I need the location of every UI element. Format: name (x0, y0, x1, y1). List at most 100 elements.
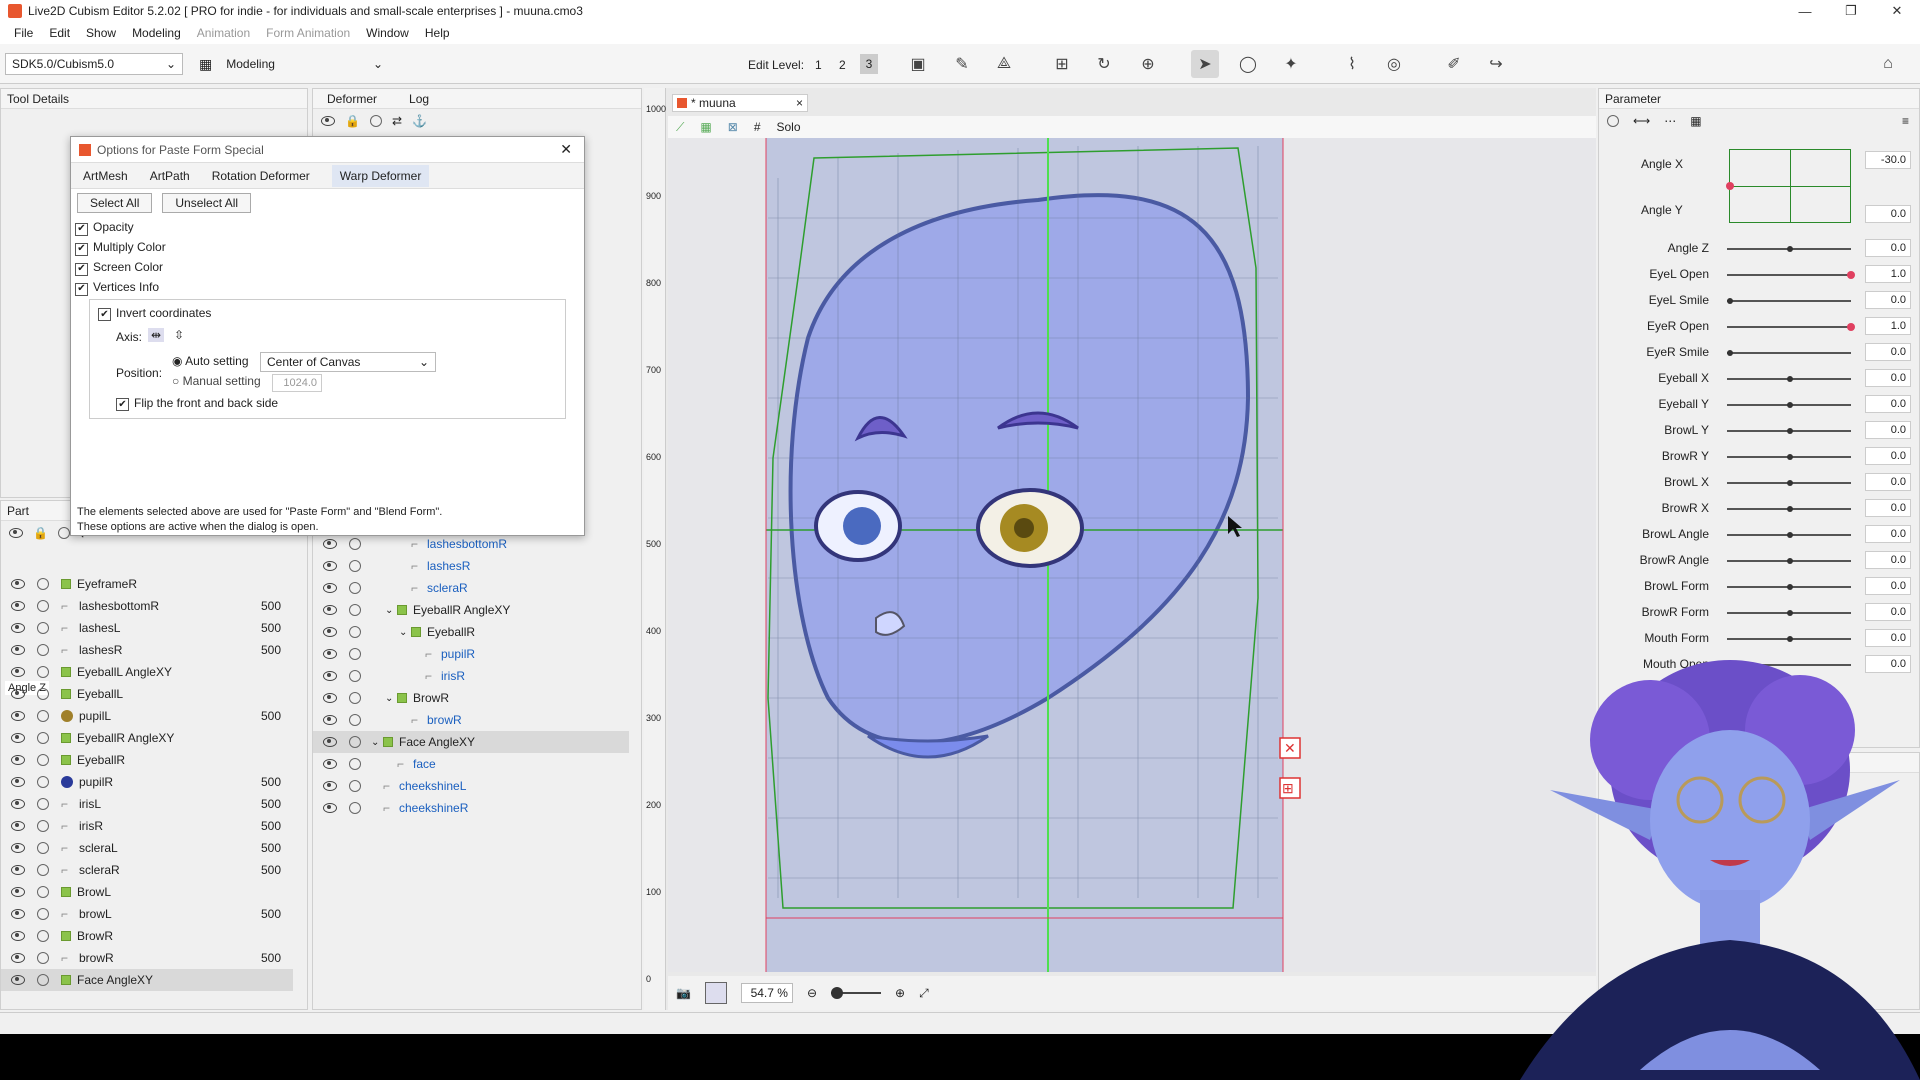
deformer-row[interactable]: ⌄ BrowR (313, 687, 629, 709)
slider-knob[interactable] (1727, 298, 1733, 304)
lock-toggle-icon[interactable] (37, 842, 49, 854)
slider-knob[interactable] (1787, 480, 1793, 486)
lock-toggle-icon[interactable] (37, 886, 49, 898)
lock-toggle-icon[interactable] (349, 670, 361, 682)
lock-toggle-icon[interactable] (37, 776, 49, 788)
visibility-icon[interactable] (323, 715, 337, 725)
visibility-icon[interactable] (11, 843, 25, 853)
filter-icon[interactable] (369, 115, 382, 127)
multiply-color-option[interactable]: ✔ Multiply Color (75, 237, 584, 257)
slider-knob[interactable] (1847, 271, 1855, 279)
sdk-select[interactable]: SDK5.0/Cubism5.0 ⌄ (5, 53, 183, 75)
visibility-icon[interactable] (11, 667, 25, 677)
tab-warp-deformer[interactable]: Warp Deformer (331, 164, 430, 187)
manual-value-input[interactable]: 1024.0 (272, 374, 322, 392)
angle-x-value[interactable]: -30.0 (1865, 151, 1911, 169)
param-slider[interactable] (1727, 350, 1851, 356)
slider-knob[interactable] (1787, 532, 1793, 538)
link-icon[interactable]: ⟷ (1633, 114, 1650, 128)
chevron-down-icon[interactable]: ⌄ (371, 737, 383, 748)
minimize-button[interactable]: — (1782, 0, 1828, 22)
visibility-icon[interactable] (11, 755, 25, 765)
param-slider[interactable] (1727, 636, 1851, 642)
mode-select[interactable]: ▦ Modeling ⌄ (193, 53, 389, 75)
menu-help[interactable]: Help (425, 26, 450, 40)
edit-level-3[interactable]: 3 (860, 54, 878, 74)
deformer-row[interactable]: ⌄ EyeballR AngleXY (313, 599, 629, 621)
tab-rotation-deformer[interactable]: Rotation Deformer (212, 169, 310, 183)
magic-wand-icon[interactable]: ✦ (1277, 50, 1305, 78)
part-row[interactable]: Face AngleXY (1, 969, 293, 991)
part-row[interactable]: BrowR (1, 925, 293, 947)
lock-toggle-icon[interactable] (37, 710, 49, 722)
mesh-edit-icon[interactable]: ▣ (904, 50, 932, 78)
param-value[interactable]: 0.0 (1865, 395, 1911, 413)
param-value[interactable]: 0.0 (1865, 525, 1911, 543)
maximize-button[interactable]: ❐ (1828, 0, 1874, 22)
lasso-icon[interactable]: ◯ (1234, 50, 1262, 78)
tab-muuna[interactable]: * muuna × (672, 94, 808, 112)
edit-level-2[interactable]: 2 (839, 58, 846, 72)
part-row[interactable]: EyeframeR (1, 573, 293, 595)
mesh-pen-icon[interactable]: ✎ (948, 50, 976, 78)
edit-level-1[interactable]: 1 (815, 58, 822, 72)
opacity-option[interactable]: ✔ Opacity (75, 217, 584, 237)
pin-tool-icon[interactable]: ✐ (1440, 50, 1468, 78)
visibility-icon[interactable] (11, 953, 25, 963)
lock-toggle-icon[interactable] (37, 820, 49, 832)
visibility-icon[interactable] (11, 711, 25, 721)
menu-animation[interactable]: Animation (197, 26, 250, 40)
param-slider[interactable] (1727, 298, 1851, 304)
visibility-icon[interactable] (11, 909, 25, 919)
param-value[interactable]: 0.0 (1865, 473, 1911, 491)
part-row[interactable]: ⌐ browL 500 (1, 903, 293, 925)
lock-icon[interactable]: 🔒 (33, 526, 48, 540)
menu-edit[interactable]: Edit (49, 26, 70, 40)
lock-toggle-icon[interactable] (37, 622, 49, 634)
visibility-icon[interactable] (11, 601, 25, 611)
zoom-input[interactable]: 54.7 % (740, 983, 793, 1003)
angle-xy-pad[interactable] (1726, 149, 1851, 223)
visibility-icon[interactable] (11, 579, 25, 589)
part-row[interactable]: pupilR 500 (1, 771, 293, 793)
slider-knob[interactable] (1787, 506, 1793, 512)
flip-vertical-icon[interactable]: ⇳ (174, 328, 184, 342)
visibility-icon[interactable] (11, 799, 25, 809)
part-row[interactable]: ⌐ scleraR 500 (1, 859, 293, 881)
deform-brush-icon[interactable]: ◎ (1380, 50, 1408, 78)
param-slider[interactable] (1727, 584, 1851, 590)
deformer-row[interactable]: ⌐ cheekshineL (313, 775, 629, 797)
part-row[interactable]: ⌐ irisR 500 (1, 815, 293, 837)
chevron-down-icon[interactable]: ⌄ (399, 627, 411, 638)
slider-knob[interactable] (1787, 610, 1793, 616)
visibility-icon[interactable] (323, 803, 337, 813)
tab-artpath[interactable]: ArtPath (150, 169, 190, 183)
visibility-icon[interactable] (323, 583, 337, 593)
part-row[interactable]: ⌐ scleraL 500 (1, 837, 293, 859)
part-row[interactable]: EyeballR AngleXY (1, 727, 293, 749)
visibility-icon[interactable] (323, 561, 337, 571)
flip-side-option[interactable]: ✔ Flip the front and back side (116, 396, 278, 411)
visibility-icon[interactable] (323, 539, 337, 549)
part-row[interactable]: EyeballL (1, 683, 293, 705)
param-slider[interactable] (1727, 610, 1851, 616)
param-value[interactable]: 0.0 (1865, 577, 1911, 595)
rotate-tool-icon[interactable]: ↻ (1090, 50, 1118, 78)
param-slider[interactable] (1727, 428, 1851, 434)
param-slider[interactable] (1727, 532, 1851, 538)
param-value[interactable]: 0.0 (1865, 343, 1911, 361)
lock-toggle-icon[interactable] (349, 648, 361, 660)
slider-knob[interactable] (1787, 376, 1793, 382)
param-value[interactable]: 0.0 (1865, 291, 1911, 309)
menu-form-animation[interactable]: Form Animation (266, 26, 350, 40)
tab-deformer[interactable]: Deformer (327, 92, 377, 106)
mesh-display-icon[interactable]: ⟋ (676, 120, 684, 135)
angle-y-value[interactable]: 0.0 (1865, 205, 1911, 223)
visibility-icon[interactable] (11, 887, 25, 897)
param-value[interactable]: 0.0 (1865, 629, 1911, 647)
close-tab-icon[interactable]: × (796, 96, 803, 110)
slider-knob[interactable] (1787, 584, 1793, 590)
visibility-icon[interactable] (11, 821, 25, 831)
visibility-icon[interactable] (11, 777, 25, 787)
screen-color-option[interactable]: ✔ Screen Color (75, 257, 584, 277)
